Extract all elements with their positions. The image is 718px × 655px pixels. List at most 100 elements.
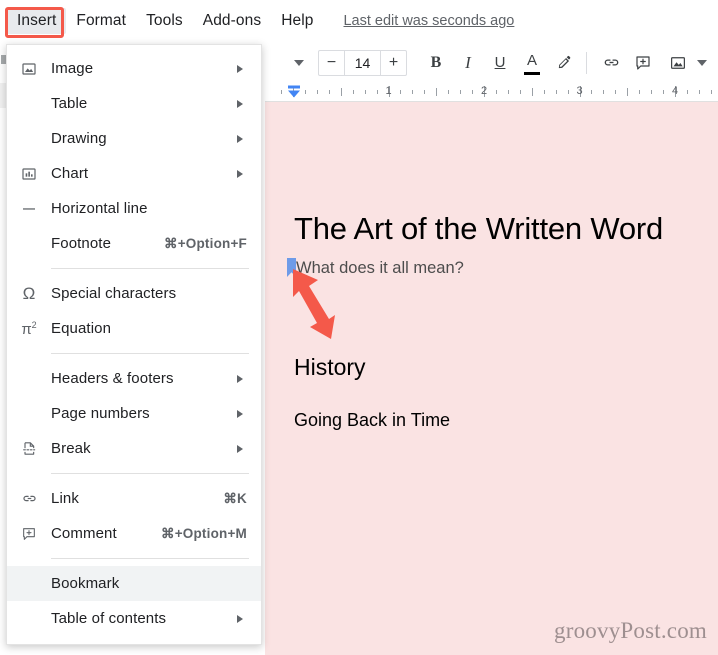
menu-option-table-of-contents[interactable]: Table of contents bbox=[7, 601, 261, 636]
ruler-number: 3 bbox=[576, 85, 583, 97]
menu-option-label: Chart bbox=[51, 165, 89, 182]
menu-option-headers-footers[interactable]: Headers & footers bbox=[7, 361, 261, 396]
chart-icon bbox=[7, 166, 51, 182]
menu-option-table[interactable]: Table bbox=[7, 86, 261, 121]
menu-option-image[interactable]: Image bbox=[7, 51, 261, 86]
document-paragraph-text: Going Back in Time bbox=[294, 410, 451, 430]
menu-option-label: Headers & footers bbox=[51, 370, 174, 387]
menu-option-label: Bookmark bbox=[51, 575, 120, 592]
ruler-tick bbox=[424, 90, 426, 94]
submenu-arrow-icon bbox=[237, 169, 243, 178]
ruler-tick bbox=[376, 90, 378, 94]
text-color-button[interactable]: A bbox=[517, 46, 547, 80]
ruler-tick bbox=[316, 90, 318, 94]
equation-icon: π2 bbox=[21, 319, 37, 338]
submenu-arrow-icon bbox=[237, 409, 243, 418]
ruler-tick bbox=[352, 90, 354, 94]
ruler-tick bbox=[531, 88, 533, 96]
menu-option-link[interactable]: Link ⌘K bbox=[7, 481, 261, 516]
menu-option-bookmark[interactable]: Bookmark bbox=[7, 566, 261, 601]
ruler-tick bbox=[304, 90, 306, 94]
submenu-arrow-icon bbox=[237, 99, 243, 108]
ruler-tick bbox=[639, 90, 641, 94]
menu-item-insert[interactable]: Insert bbox=[7, 8, 67, 34]
font-dropdown-caret-icon[interactable] bbox=[294, 59, 304, 66]
link-icon bbox=[7, 490, 51, 507]
menu-option-page-numbers[interactable]: Page numbers bbox=[7, 396, 261, 431]
ruler-tick bbox=[603, 90, 605, 94]
menu-option-label: Footnote bbox=[51, 235, 112, 252]
document-heading-text: History bbox=[294, 354, 366, 380]
red-arrow-annotation bbox=[292, 268, 352, 346]
image-icon bbox=[7, 61, 51, 77]
ruler-tick bbox=[698, 90, 700, 94]
submenu-arrow-icon bbox=[237, 614, 243, 623]
decrease-font-size-button[interactable]: − bbox=[319, 51, 344, 75]
font-size-value[interactable]: 14 bbox=[344, 50, 381, 75]
ruler-tick bbox=[340, 88, 342, 96]
menu-option-equation[interactable]: π2 Equation bbox=[7, 311, 261, 346]
menu-option-label: Drawing bbox=[51, 130, 107, 147]
menu-option-label: Image bbox=[51, 60, 94, 77]
break-icon bbox=[7, 440, 51, 457]
bold-button[interactable]: B bbox=[421, 48, 451, 78]
google-docs-window: Insert Format Tools Add-ons Help Last ed… bbox=[0, 0, 718, 655]
ruler-tick bbox=[495, 90, 497, 94]
insert-dropdown-menu[interactable]: Image Table Drawing Chart Horizontal line Foo… bbox=[6, 44, 262, 645]
comment-icon bbox=[7, 526, 51, 542]
menu-divider bbox=[51, 353, 249, 354]
menu-option-drawing[interactable]: Drawing bbox=[7, 121, 261, 156]
ruler-number: 4 bbox=[671, 85, 679, 97]
menu-option-label: Table of contents bbox=[51, 610, 167, 627]
ruler-tick bbox=[400, 90, 402, 94]
underline-button[interactable]: U bbox=[485, 48, 515, 78]
menu-item-help[interactable]: Help bbox=[271, 8, 323, 34]
menu-option-shortcut: ⌘+Option+F bbox=[164, 235, 247, 251]
document-canvas[interactable]: The Art of the Written Word What does it… bbox=[265, 102, 718, 655]
menu-option-label: Break bbox=[51, 440, 91, 457]
menu-item-format[interactable]: Format bbox=[66, 8, 136, 34]
menu-option-break[interactable]: Break bbox=[7, 431, 261, 466]
document-ruler[interactable]: 1 2 3 4 bbox=[265, 83, 718, 102]
ruler-tick bbox=[412, 90, 414, 94]
ruler-tick bbox=[460, 90, 462, 94]
menu-divider bbox=[51, 473, 249, 474]
watermark: groovyPost.com bbox=[554, 618, 707, 643]
menu-option-comment[interactable]: Comment ⌘+Option+M bbox=[7, 516, 261, 551]
menu-option-special-characters[interactable]: Ω Special characters bbox=[7, 276, 261, 311]
menu-option-chart[interactable]: Chart bbox=[7, 156, 261, 191]
insert-image-icon[interactable] bbox=[663, 48, 693, 78]
ruler-tick bbox=[710, 90, 712, 94]
menu-item-tools[interactable]: Tools bbox=[136, 8, 193, 34]
menu-option-footnote[interactable]: Footnote ⌘+Option+F bbox=[7, 226, 261, 261]
font-size-stepper: − 14 + bbox=[318, 49, 407, 76]
ruler-tick bbox=[436, 88, 438, 96]
menu-option-label: Comment bbox=[51, 525, 117, 542]
last-edit-status[interactable]: Last edit was seconds ago bbox=[343, 13, 514, 29]
menu-option-label: Table bbox=[51, 95, 88, 112]
link-icon[interactable] bbox=[596, 48, 626, 78]
menu-divider bbox=[51, 268, 249, 269]
indent-marker-icon[interactable] bbox=[287, 84, 301, 100]
menu-option-horizontal-line[interactable]: Horizontal line bbox=[7, 191, 261, 226]
increase-font-size-button[interactable]: + bbox=[381, 51, 406, 75]
ruler-tick bbox=[281, 90, 283, 94]
add-comment-icon[interactable] bbox=[628, 48, 658, 78]
ruler-number: 2 bbox=[480, 85, 488, 97]
ruler-tick bbox=[686, 90, 688, 94]
ruler-tick bbox=[448, 90, 450, 94]
ruler-tick bbox=[663, 90, 665, 94]
menu-option-label: Special characters bbox=[51, 285, 177, 302]
ruler-tick bbox=[364, 90, 366, 94]
ruler-tick bbox=[543, 90, 545, 94]
toolbar-controls: − 14 + B I U A bbox=[268, 42, 718, 83]
highlight-pen-icon[interactable] bbox=[549, 48, 579, 78]
menu-option-label: Horizontal line bbox=[51, 200, 148, 217]
menu-item-addons[interactable]: Add-ons bbox=[193, 8, 271, 34]
image-dropdown-caret-icon[interactable] bbox=[697, 59, 707, 66]
horizontal-line-icon bbox=[7, 201, 51, 217]
ruler-tick bbox=[555, 90, 557, 94]
ruler-tick bbox=[615, 90, 617, 94]
menu-option-label: Link bbox=[51, 490, 79, 507]
italic-button[interactable]: I bbox=[453, 48, 483, 78]
